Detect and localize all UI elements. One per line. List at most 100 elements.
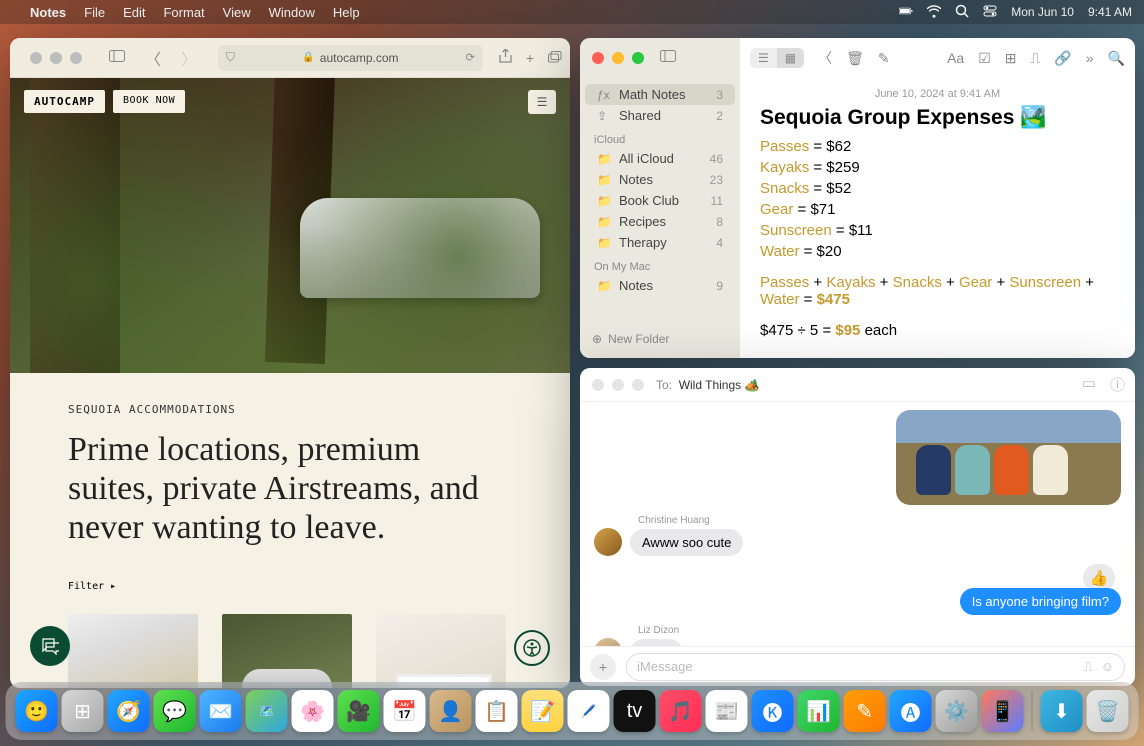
address-bar[interactable]: ⛉ 🔒 autocamp.com ⟳ [218,45,483,71]
message-input[interactable]: iMessage ⎍☺ [626,653,1125,681]
facetime-video-icon[interactable]: ▭ [1082,374,1096,395]
menubar-time[interactable]: 9:41 AM [1088,5,1132,19]
dock-app-photos[interactable]: 🌸 [292,690,334,732]
menu-edit[interactable]: Edit [123,5,145,20]
sidebar-folder[interactable]: 📁Book Club11 [585,190,735,211]
battery-icon[interactable] [899,4,913,21]
view-toggle[interactable]: ☰▦ [750,48,804,68]
thumb-interior[interactable] [68,614,198,688]
close-button[interactable] [592,52,604,64]
message-thread[interactable]: Christine Huang Awww soo cute 👍 Is anyon… [580,402,1135,646]
dock-app-safari[interactable]: 🧭 [108,690,150,732]
dock-app-mail[interactable]: ✉️ [200,690,242,732]
book-now-button[interactable]: BOOK NOW [113,90,185,113]
dock-app-numbers[interactable]: 📊 [798,690,840,732]
message-in[interactable]: I am! [630,639,683,646]
zoom-button[interactable] [632,52,644,64]
share-icon[interactable] [499,49,512,67]
filter-button[interactable]: Filter ▸ [68,581,116,592]
format-icon[interactable]: Aa [947,50,964,66]
dock-app-appstore[interactable]: 🅐 [890,690,932,732]
message-in[interactable]: Awww soo cute [630,529,743,556]
wifi-icon[interactable] [927,4,941,21]
hamburger-menu-icon[interactable]: ☰ [528,90,556,114]
sidebar-toggle-icon[interactable] [104,47,130,69]
close-button[interactable] [30,52,42,64]
menubar-date[interactable]: Mon Jun 10 [1011,5,1074,19]
minimize-button[interactable] [612,379,624,391]
dock-app-settings[interactable]: ⚙️ [936,690,978,732]
sidebar-section-header[interactable]: iCloud [580,126,740,148]
sidebar-folder[interactable]: 📁All iCloud46 [585,148,735,169]
back-button[interactable]: 〈 [140,44,166,72]
sidebar-folder[interactable]: 📁Notes9 [585,275,735,296]
sidebar-folder[interactable]: 📁Notes23 [585,169,735,190]
tabs-icon[interactable] [548,50,562,66]
dock-app-news[interactable]: 📰 [706,690,748,732]
delete-icon[interactable]: 🗑 [846,50,864,67]
gallery-view-icon[interactable]: ▦ [777,48,804,68]
close-button[interactable] [592,379,604,391]
reload-icon[interactable]: ⟳ [466,51,475,64]
note-editor[interactable]: June 10, 2024 at 9:41 AM Sequoia Group E… [740,78,1135,358]
link-icon[interactable]: 🔗 [1054,50,1071,67]
new-note-icon[interactable]: ✎ [878,50,890,67]
message-out[interactable]: Is anyone bringing film? [960,588,1121,615]
dock-app-facetime[interactable]: 🎥 [338,690,380,732]
dock-trash[interactable]: 🗑️ [1087,690,1129,732]
checklist-icon[interactable]: ☑ [978,50,991,67]
accessibility-fab[interactable] [514,630,550,666]
dock-app-tv[interactable]: tv [614,690,656,732]
info-icon[interactable]: ⓘ [1110,374,1125,395]
media-icon[interactable]: ⎍ [1031,50,1041,67]
sidebar-folder[interactable]: 📁Therapy4 [585,232,735,253]
dock-app-messages[interactable]: 💬 [154,690,196,732]
menu-view[interactable]: View [223,5,251,20]
chat-fab[interactable] [30,626,70,666]
menu-window[interactable]: Window [269,5,315,20]
dock-app-reminders[interactable]: 📋 [476,690,518,732]
zoom-button[interactable] [70,52,82,64]
sidebar-smart-shared[interactable]: ⇪ Shared 2 [585,105,735,126]
new-tab-icon[interactable]: + [526,50,534,66]
forward-button[interactable]: 〉 [176,44,202,72]
avatar[interactable] [594,638,622,646]
zoom-button[interactable] [632,379,644,391]
thumb-airstream[interactable] [222,614,352,688]
sidebar-toggle-icon[interactable] [660,49,676,67]
minimize-button[interactable] [50,52,62,64]
menu-help[interactable]: Help [333,5,360,20]
minimize-button[interactable] [612,52,624,64]
list-view-icon[interactable]: ☰ [750,48,777,68]
sidebar-folder[interactable]: 📁Recipes8 [585,211,735,232]
dock-downloads[interactable]: ⬇︎ [1041,690,1083,732]
dock-app-pages[interactable]: ✎ [844,690,886,732]
sidebar-section-header[interactable]: On My Mac [580,253,740,275]
spotlight-icon[interactable] [955,4,969,21]
dock-app-finder[interactable]: 🙂 [16,690,58,732]
menu-format[interactable]: Format [163,5,204,20]
dock-app-maps[interactable]: 🗺️ [246,690,288,732]
control-center-icon[interactable] [983,4,997,21]
dock-app-notes[interactable]: 📝 [522,690,564,732]
dock-app-music[interactable]: 🎵 [660,690,702,732]
thumb-bedroom[interactable] [376,614,506,688]
dock-app-contacts[interactable]: 👤 [430,690,472,732]
new-folder-button[interactable]: ⊕ New Folder [580,326,740,352]
menu-file[interactable]: File [84,5,105,20]
emoji-icon[interactable]: ☺ [1101,659,1114,675]
audio-wave-icon[interactable]: ⎍ [1084,659,1093,675]
sidebar-smart-math[interactable]: ƒx Math Notes 3 [585,84,735,105]
app-menu[interactable]: Notes [30,5,66,20]
dock-app-freeform[interactable]: 🖊️ [568,690,610,732]
more-icon[interactable]: » [1086,50,1094,66]
photo-attachment[interactable] [896,410,1121,505]
dock-app-calendar[interactable]: 📅 [384,690,426,732]
apps-plus-icon[interactable]: + [590,654,616,680]
search-icon[interactable]: 🔍 [1108,50,1125,67]
dock-app-launchpad[interactable]: ⊞ [62,690,104,732]
site-logo[interactable]: AUTOCAMP [24,90,105,113]
avatar[interactable] [594,528,622,556]
dock-app-keynote[interactable]: 🅚 [752,690,794,732]
back-icon[interactable]: 〈 [818,48,832,68]
